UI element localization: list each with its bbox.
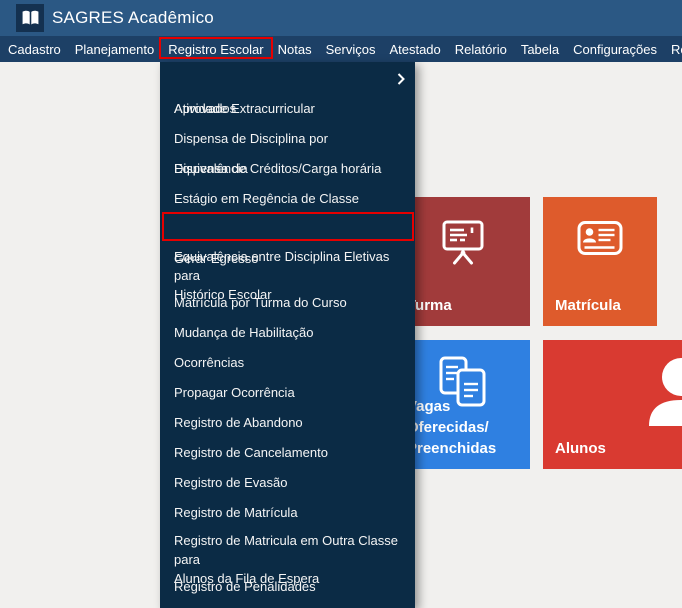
menu-clipped-re[interactable]: Re — [664, 36, 682, 62]
menu-servicos[interactable]: Serviços — [319, 36, 383, 62]
menu-option-matricula-por-turma-curso[interactable]: Matrícula por Turma do Curso — [160, 288, 415, 318]
tile-label: Vagas Oferecidas/ Preenchidas — [407, 396, 530, 459]
menu-configuracoes[interactable]: Configurações — [566, 36, 664, 62]
menu-relatorio[interactable]: Relatório — [448, 36, 514, 62]
app-logo — [16, 4, 44, 32]
registro-escolar-dropdown: Aprovados Atividade Extracurricular Disp… — [160, 62, 415, 608]
menu-option-ocorrencias[interactable]: Ocorrências — [160, 348, 415, 378]
menu-option-gerar-egresso[interactable]: Gerar Egresso — [160, 214, 415, 244]
open-book-icon — [21, 10, 40, 26]
menu-option-registro-abandono[interactable]: Registro de Abandono — [160, 408, 415, 438]
tile-matricula[interactable]: Matrícula — [543, 197, 657, 326]
menu-planejamento[interactable]: Planejamento — [68, 36, 162, 62]
menu-option-registro-matricula[interactable]: Registro de Matrícula — [160, 498, 415, 528]
titlebar: SAGRES Acadêmico — [0, 0, 682, 36]
id-card-icon — [578, 221, 623, 255]
menu-option-equivalencia-disciplina-eletivas[interactable]: Equivalência entre Disciplina Eletivas p… — [160, 244, 415, 288]
menu-option-atividade-extracurricular[interactable]: Atividade Extracurricular — [160, 94, 415, 124]
menu-option-registro-matricula-outra-classe[interactable]: Registro de Matricula em Outra Classe pa… — [160, 528, 415, 572]
content-area: Turma Matrícula — [0, 62, 682, 608]
app-window: SAGRES Acadêmico Cadastro Planejamento R… — [0, 0, 682, 608]
menu-option-estagio-regencia-classe[interactable]: Estágio em Regência de Classe — [160, 184, 415, 214]
menu-option-registro-penalidades[interactable]: Registro de Penalidades — [160, 572, 415, 602]
person-icon — [639, 354, 682, 426]
menu-option-registro-cancelamento[interactable]: Registro de Cancelamento — [160, 438, 415, 468]
tile-turma[interactable]: Turma — [395, 197, 530, 326]
menu-option-registro-evasao[interactable]: Registro de Evasão — [160, 468, 415, 498]
tile-label: Alunos — [555, 438, 606, 459]
menu-notas[interactable]: Notas — [271, 36, 319, 62]
menu-atestado[interactable]: Atestado — [382, 36, 447, 62]
app-title: SAGRES Acadêmico — [52, 0, 214, 36]
tile-alunos[interactable]: Alunos — [543, 340, 682, 469]
submenu-arrow-icon — [397, 73, 405, 85]
annotation-box-gerar-egresso — [162, 212, 414, 241]
menu-option-dispensa-disciplina-equivalencia[interactable]: Dispensa de Disciplina por Equivalência — [160, 124, 415, 154]
menu-option-mudanca-habilitacao[interactable]: Mudança de Habilitação — [160, 318, 415, 348]
menu-option-propagar-ocorrencia[interactable]: Propagar Ocorrência — [160, 378, 415, 408]
tile-vagas-oferecidas-preenchidas[interactable]: Vagas Oferecidas/ Preenchidas — [395, 340, 530, 469]
menu-tabela[interactable]: Tabela — [514, 36, 566, 62]
tile-label: Matrícula — [555, 295, 621, 316]
menubar: Cadastro Planejamento Registro Escolar N… — [0, 36, 682, 62]
menu-option-dispensa-creditos-carga-horaria[interactable]: Dispensa de Créditos/Carga horária — [160, 154, 415, 184]
menu-cadastro[interactable]: Cadastro — [1, 36, 68, 62]
menu-option-aprovados[interactable]: Aprovados — [160, 64, 415, 94]
menu-registro-escolar[interactable]: Registro Escolar — [161, 36, 270, 62]
presentation-board-icon — [441, 219, 485, 267]
